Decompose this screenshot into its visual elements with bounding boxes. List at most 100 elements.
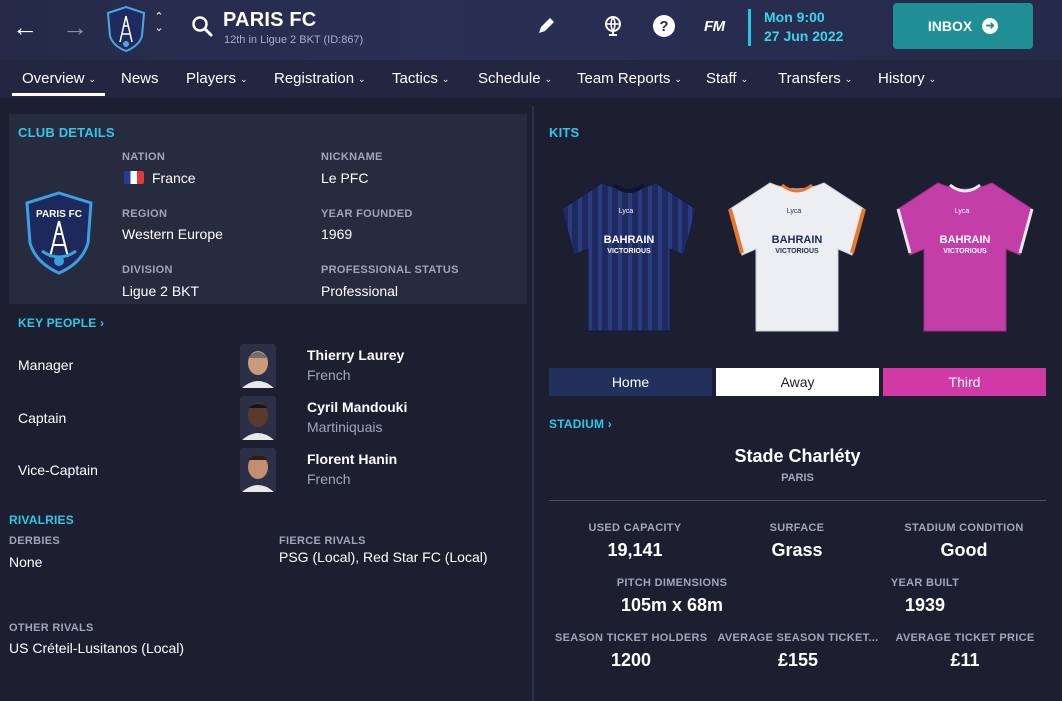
date-full[interactable]: 27 Jun 2022 <box>764 28 843 44</box>
other-rivals-label: OTHER RIVALS <box>9 622 94 634</box>
used-capacity-stat: USED CAPACITY 19,141 <box>588 522 682 560</box>
stadium-link[interactable]: STADIUM › <box>549 417 612 431</box>
chevron-down-icon: ⌄ <box>844 74 853 84</box>
fm-logo[interactable]: FM <box>704 18 725 35</box>
year-founded-label: YEAR FOUNDED <box>321 208 413 220</box>
region-label: REGION <box>122 208 168 220</box>
division-value[interactable]: Ligue 2 BKT <box>122 283 199 299</box>
tab-transfers[interactable]: Transfers ⌄ <box>778 60 852 98</box>
season-ticket-holders-stat: SEASON TICKET HOLDERS 1200 <box>555 632 708 670</box>
arrow-right-icon: ➜ <box>982 18 999 34</box>
panel-divider <box>532 106 534 701</box>
tab-staff[interactable]: Staff ⌄ <box>706 60 748 98</box>
stadium-name[interactable]: Stade Charléty <box>549 446 1046 467</box>
chevron-down-icon: ⌄ <box>240 74 248 84</box>
region-value[interactable]: Western Europe <box>122 226 223 242</box>
tab-news[interactable]: News <box>121 60 159 98</box>
key-people-name[interactable]: Cyril Mandouki <box>307 399 407 415</box>
year-built-stat: YEAR BUILT 1939 <box>890 577 960 615</box>
forward-arrow-icon[interactable]: → <box>62 14 88 40</box>
fierce-rivals-label: FIERCE RIVALS <box>279 535 366 547</box>
key-people-name[interactable]: Thierry Laurey <box>307 347 404 363</box>
search-icon[interactable] <box>190 14 214 38</box>
svg-text:Lyca: Lyca <box>955 208 970 215</box>
key-people-nationality: French <box>307 367 351 383</box>
nav-tabs: Overview ⌄ News Players ⌄ Registration ⌄ Ta… <box>0 60 1062 98</box>
date-accent-bar <box>748 9 751 46</box>
professional-status-value: Professional <box>321 283 399 299</box>
average-season-ticket-stat: AVERAGE SEASON TICKET... £155 <box>717 632 879 670</box>
club-subtitle: 12th in Ligue 2 BKT (ID:867) <box>224 34 364 46</box>
active-tab-indicator <box>12 93 105 96</box>
nickname-label: NICKNAME <box>321 151 383 163</box>
fierce-rivals-value[interactable]: PSG (Local), Red Star FC (Local) <box>279 549 488 565</box>
division-label: DIVISION <box>122 264 173 276</box>
france-flag-icon <box>124 171 144 184</box>
tab-players[interactable]: Players ⌄ <box>186 60 248 98</box>
switch-chevron-icon[interactable]: ⌃ ⌄ <box>152 12 166 34</box>
nation-label: NATION <box>122 151 166 163</box>
svg-text:BAHRAIN: BAHRAIN <box>940 234 991 246</box>
other-rivals-value[interactable]: US Créteil-Lusitanos (Local) <box>9 640 184 656</box>
tab-history[interactable]: History ⌄ <box>878 60 936 98</box>
chevron-down-icon: ⌄ <box>441 74 450 84</box>
key-people-name[interactable]: Florent Hanin <box>307 451 397 467</box>
home-kit-shirt[interactable]: BAHRAIN VICTORIOUS Lyca <box>558 175 700 337</box>
svg-text:VICTORIOUS: VICTORIOUS <box>943 248 987 255</box>
stadium-condition-stat: STADIUM CONDITION Good <box>904 522 1024 560</box>
svg-text:Lyca: Lyca <box>787 208 802 215</box>
chevron-down-icon: ⌄ <box>358 74 366 84</box>
key-people-nationality: French <box>307 471 351 487</box>
nickname-value: Le PFC <box>321 170 369 186</box>
pitch-dimensions-stat: PITCH DIMENSIONS 105m x 68m <box>616 577 728 615</box>
manager-photo[interactable] <box>240 344 276 388</box>
help-icon[interactable]: ? <box>652 14 676 38</box>
tab-tactics[interactable]: Tactics ⌄ <box>392 60 449 98</box>
key-people-role: Manager <box>18 357 74 373</box>
away-kit-shirt[interactable]: BAHRAIN VICTORIOUS Lyca <box>726 175 868 337</box>
kit-tab-away[interactable]: Away <box>716 368 879 396</box>
svg-text:BAHRAIN: BAHRAIN <box>604 234 655 246</box>
key-people-role: Captain <box>18 410 67 426</box>
key-people-role: Vice-Captain <box>18 462 98 478</box>
tab-schedule[interactable]: Schedule ⌄ <box>478 60 552 98</box>
crest-text: PARIS FC <box>36 209 82 220</box>
chevron-down-icon: ⌄ <box>544 74 553 84</box>
rivalries-title: RIVALRIES <box>9 513 74 527</box>
club-name: PARIS FC <box>223 9 317 31</box>
svg-text:Lyca: Lyca <box>619 208 634 215</box>
chevron-down-icon: ⌄ <box>928 74 937 84</box>
stadium-divider <box>549 500 1046 501</box>
kit-tab-home[interactable]: Home <box>549 368 712 396</box>
average-ticket-price-stat: AVERAGE TICKET PRICE £11 <box>895 632 1035 670</box>
svg-text:BAHRAIN: BAHRAIN <box>772 234 823 246</box>
key-people-link[interactable]: KEY PEOPLE › <box>18 316 104 330</box>
chevron-right-icon: › <box>100 316 105 330</box>
professional-status-label: PROFESSIONAL STATUS <box>321 264 459 276</box>
derbies-label: DERBIES <box>9 535 60 547</box>
globe-icon[interactable] <box>601 14 625 38</box>
tab-team-reports[interactable]: Team Reports ⌄ <box>577 60 682 98</box>
back-arrow-icon[interactable]: ← <box>12 14 38 40</box>
surface-stat: SURFACE Grass <box>769 522 825 560</box>
top-bar: ← → ⌃ ⌄ PARIS FC 12th in Ligue 2 BKT (ID:… <box>0 0 1062 60</box>
nation-value[interactable]: France <box>124 170 196 186</box>
club-crest-icon[interactable] <box>106 6 146 52</box>
kits-title: KITS <box>549 125 580 140</box>
inbox-button[interactable]: INBOX ➜ <box>893 3 1033 49</box>
vice-captain-photo[interactable] <box>240 448 276 492</box>
kit-tab-third[interactable]: Third <box>883 368 1046 396</box>
tab-registration[interactable]: Registration ⌄ <box>274 60 366 98</box>
svg-text:VICTORIOUS: VICTORIOUS <box>607 248 651 255</box>
third-kit-shirt[interactable]: BAHRAIN VICTORIOUS Lyca <box>894 175 1036 337</box>
key-people-nationality: Martiniquais <box>307 419 383 435</box>
derbies-value: None <box>9 554 43 570</box>
date-day[interactable]: Mon 9:00 <box>764 9 825 25</box>
chevron-right-icon: › <box>607 417 612 431</box>
chevron-down-icon: ⌄ <box>88 74 97 84</box>
stadium-city: PARIS <box>781 472 814 484</box>
year-founded-value: 1969 <box>321 226 353 242</box>
pencil-icon[interactable] <box>534 14 558 38</box>
captain-photo[interactable] <box>240 396 276 440</box>
chevron-down-icon: ⌄ <box>674 74 682 84</box>
